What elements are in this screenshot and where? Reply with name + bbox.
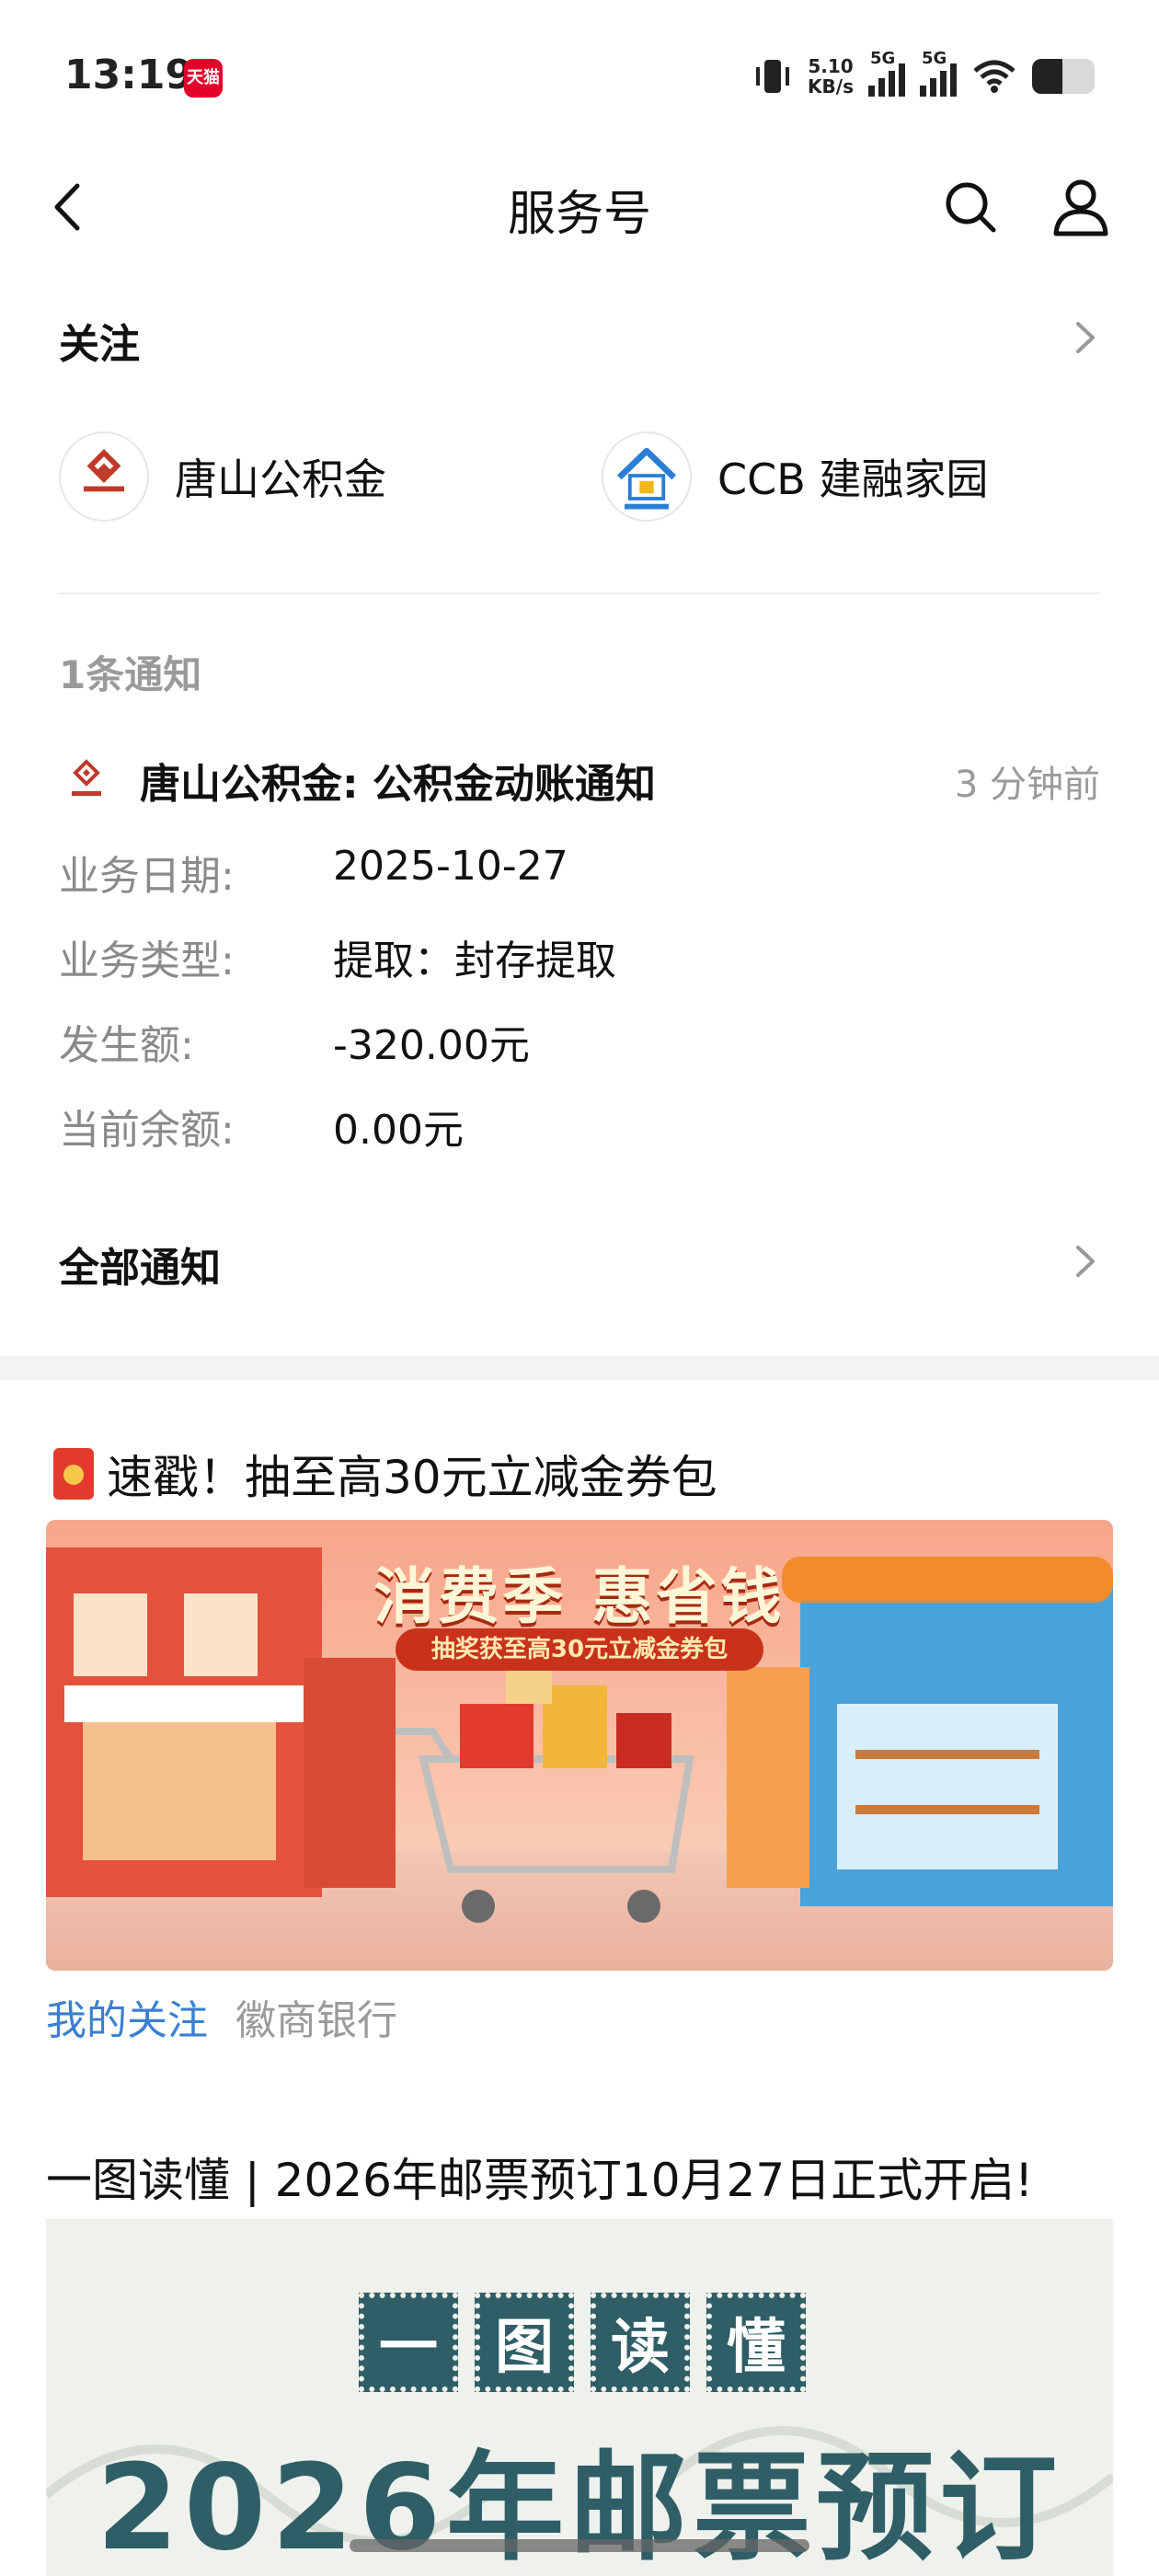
notification-title: 唐山公积金: 公积金动账通知 [140,761,656,808]
battery-icon [1032,59,1095,94]
section-separator [0,1356,1159,1380]
ccb-home-logo-icon [616,447,677,510]
promo-title-text: 速戳！抽至高30元立减金券包 [107,1451,717,1504]
vibrate-icon [756,60,790,93]
search-icon[interactable] [938,175,1003,239]
divider [59,592,1100,594]
notification-time: 3 分钟前 [954,764,1100,806]
signal-label-2: 5G [922,49,947,68]
notification-item[interactable]: 唐山公积金: 公积金动账通知 3 分钟前 [59,745,1100,810]
tmall-app-icon: 天猫 [184,59,223,98]
account-avatar [59,431,149,522]
stamp-tile: 懂 [706,2293,806,2392]
detail-row: 发生额: -320.00元 [59,1012,1071,1076]
promo-tags: 我的关注 徽商银行 [46,1987,397,2046]
housing-fund-logo-icon [72,759,101,796]
followed-account-2[interactable]: CCB 建融家园 [602,431,988,523]
all-notifications-link[interactable]: 全部通知 [59,1235,221,1294]
notification-count: 1条通知 [59,652,202,697]
detail-row: 业务日期: 2025-10-27 [59,843,1071,907]
detail-row: 当前余额: 0.00元 [59,1097,1071,1161]
wifi-icon [973,60,1016,93]
tag-source[interactable]: 徽商银行 [235,1987,397,2046]
banner-headline: 消费季 惠省钱 [373,1561,786,1632]
chevron-right-icon[interactable] [1067,315,1104,361]
detail-label: 业务类型: [59,937,235,984]
detail-value: 提取：封存提取 [333,937,616,984]
detail-row: 业务类型: 提取：封存提取 [59,927,1071,992]
stamp-tile: 读 [591,2293,690,2392]
status-bar: 13:19 天猫 5.10 KB/s 5G 5G [0,0,1159,147]
followed-account-1[interactable]: 唐山公积金 [59,431,386,523]
home-indicator[interactable] [350,2539,809,2552]
red-envelope-icon [53,1448,94,1500]
status-right-group: 5.10 KB/s 5G 5G [752,49,1095,99]
stamp-tile: 一 [359,2293,458,2392]
status-time: 13:19 [64,52,194,98]
account-name: 唐山公积金 [175,454,386,504]
signal-icon-2: 5G [920,49,957,97]
follow-heading[interactable]: 关注 [59,311,140,370]
signal-icon: 5G [868,49,905,97]
promo-banner[interactable]: 消费季 惠省钱 抽奖获至高30元立减金券包 [46,1520,1113,1971]
detail-label: 发生额: [59,1022,194,1069]
detail-value: -320.00元 [333,1022,530,1069]
stamp-tile: 图 [475,2293,574,2392]
promo-title[interactable]: 速戳！抽至高30元立减金券包 [53,1441,717,1507]
banner-subtitle: 抽奖获至高30元立减金券包 [396,1628,763,1671]
detail-value: 2025-10-27 [333,843,568,890]
detail-label: 当前余额: [59,1107,235,1154]
account-name: CCB 建融家园 [717,454,989,504]
net-speed-value: 5.10 [808,55,854,77]
article-cover[interactable]: 一 图 读 懂 2026年邮票预订 [46,2219,1113,2576]
tag-my-follow[interactable]: 我的关注 [46,1987,208,2046]
chevron-right-icon[interactable] [1067,1238,1104,1284]
net-speed: 5.10 KB/s [808,56,854,97]
profile-icon[interactable] [1049,175,1113,239]
net-speed-unit: KB/s [808,75,854,98]
detail-label: 业务日期: [59,853,235,900]
article-title[interactable]: 一图读懂 | 2026年邮票预订10月27日正式开启! [46,2144,1033,2210]
stamp-heading: 一 图 读 懂 [359,2293,806,2392]
nav-bar: 服务号 [0,156,1159,258]
housing-fund-logo-icon [83,449,125,492]
signal-label: 5G [870,49,896,68]
account-avatar [602,431,692,522]
detail-value: 0.00元 [333,1107,464,1154]
